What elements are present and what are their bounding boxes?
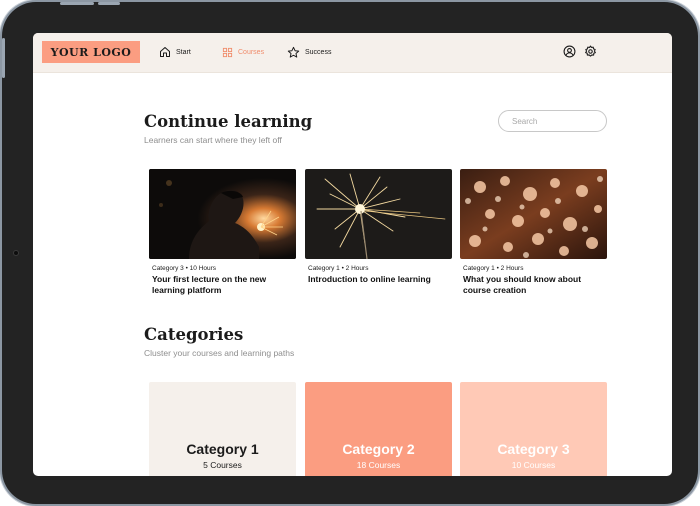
power-button bbox=[60, 2, 94, 5]
continue-learning-subtitle: Learners can start where they left off bbox=[144, 135, 282, 145]
categories-subtitle: Cluster your courses and learning paths bbox=[144, 348, 295, 358]
course-card[interactable]: Category 1 • 2 Hours What you should kno… bbox=[460, 169, 607, 296]
nav-start-label: Start bbox=[176, 48, 191, 56]
search-input[interactable] bbox=[498, 110, 607, 132]
course-title: Introduction to online learning bbox=[308, 274, 431, 284]
user-circle-icon[interactable] bbox=[563, 45, 576, 58]
category-name: Category 3 bbox=[497, 441, 570, 457]
category-count: 18 Courses bbox=[356, 460, 401, 470]
home-icon bbox=[160, 47, 170, 57]
tablet-frame: YOUR LOGO Start Courses Success Continue… bbox=[2, 2, 698, 504]
camera-dot bbox=[13, 250, 19, 256]
category-count: 10 Courses bbox=[511, 460, 556, 470]
category-card[interactable]: Category 1 5 Courses bbox=[149, 382, 296, 476]
top-navbar: YOUR LOGO Start Courses Success bbox=[33, 33, 672, 73]
nav-start[interactable]: Start bbox=[159, 44, 191, 60]
nav-courses-label: Courses bbox=[238, 48, 265, 56]
course-thumbnail-image bbox=[305, 169, 452, 259]
star-icon bbox=[287, 46, 300, 58]
course-card[interactable]: Category 1 • 2 Hours Introduction to onl… bbox=[305, 169, 452, 285]
course-title: What you should know about course creati… bbox=[463, 274, 582, 295]
gear-icon[interactable] bbox=[584, 45, 597, 58]
category-name: Category 1 bbox=[186, 441, 259, 457]
nav-courses[interactable]: Courses bbox=[222, 44, 264, 60]
course-thumbnail-image bbox=[460, 169, 607, 259]
course-meta: Category 3 • 10 Hours bbox=[152, 265, 217, 272]
category-name: Category 2 bbox=[342, 441, 415, 457]
course-title: Your first lecture on the new learning p… bbox=[152, 274, 267, 295]
nav-success-label: Success bbox=[305, 48, 332, 56]
nav-success[interactable]: Success bbox=[287, 44, 331, 60]
grid-icon bbox=[222, 47, 233, 57]
volume-button bbox=[98, 2, 120, 5]
continue-learning-title: Continue learning bbox=[144, 112, 313, 131]
category-count: 5 Courses bbox=[203, 460, 242, 470]
category-card[interactable]: Category 2 18 Courses bbox=[305, 382, 452, 476]
logo[interactable]: YOUR LOGO bbox=[42, 41, 140, 63]
categories-title: Categories bbox=[144, 325, 244, 344]
app-screen: YOUR LOGO Start Courses Success Continue… bbox=[33, 33, 672, 476]
course-meta: Category 1 • 2 Hours bbox=[463, 265, 524, 272]
course-meta: Category 1 • 2 Hours bbox=[308, 265, 369, 272]
side-button bbox=[2, 38, 5, 78]
course-card[interactable]: Category 3 • 10 Hours Your first lecture… bbox=[149, 169, 296, 296]
category-card[interactable]: Category 3 10 Courses bbox=[460, 382, 607, 476]
course-thumbnail-image bbox=[149, 169, 296, 259]
